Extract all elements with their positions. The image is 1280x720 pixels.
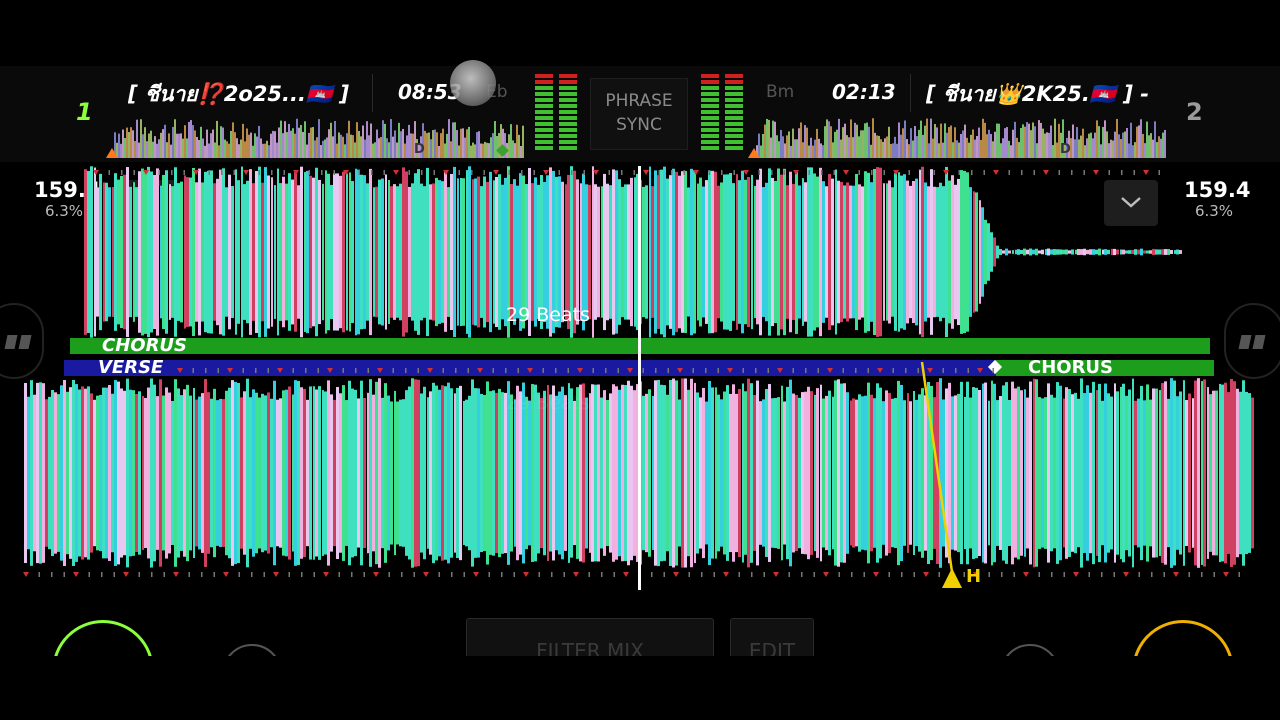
- hot-cue-label: H: [966, 566, 982, 587]
- triangle-up-icon: [942, 568, 962, 588]
- playhead-line: [638, 166, 641, 590]
- deck-1-side-tab[interactable]: [0, 303, 44, 379]
- dj-app: 1 2 [ ชีนาย⁉️2o25...🇰🇭 ] 08:53 Eb Bm 02:…: [0, 0, 1280, 720]
- deck-2-side-tab[interactable]: [1224, 303, 1280, 379]
- letterbox-bottom: [0, 656, 1280, 720]
- hot-cue-marker[interactable]: [918, 360, 988, 592]
